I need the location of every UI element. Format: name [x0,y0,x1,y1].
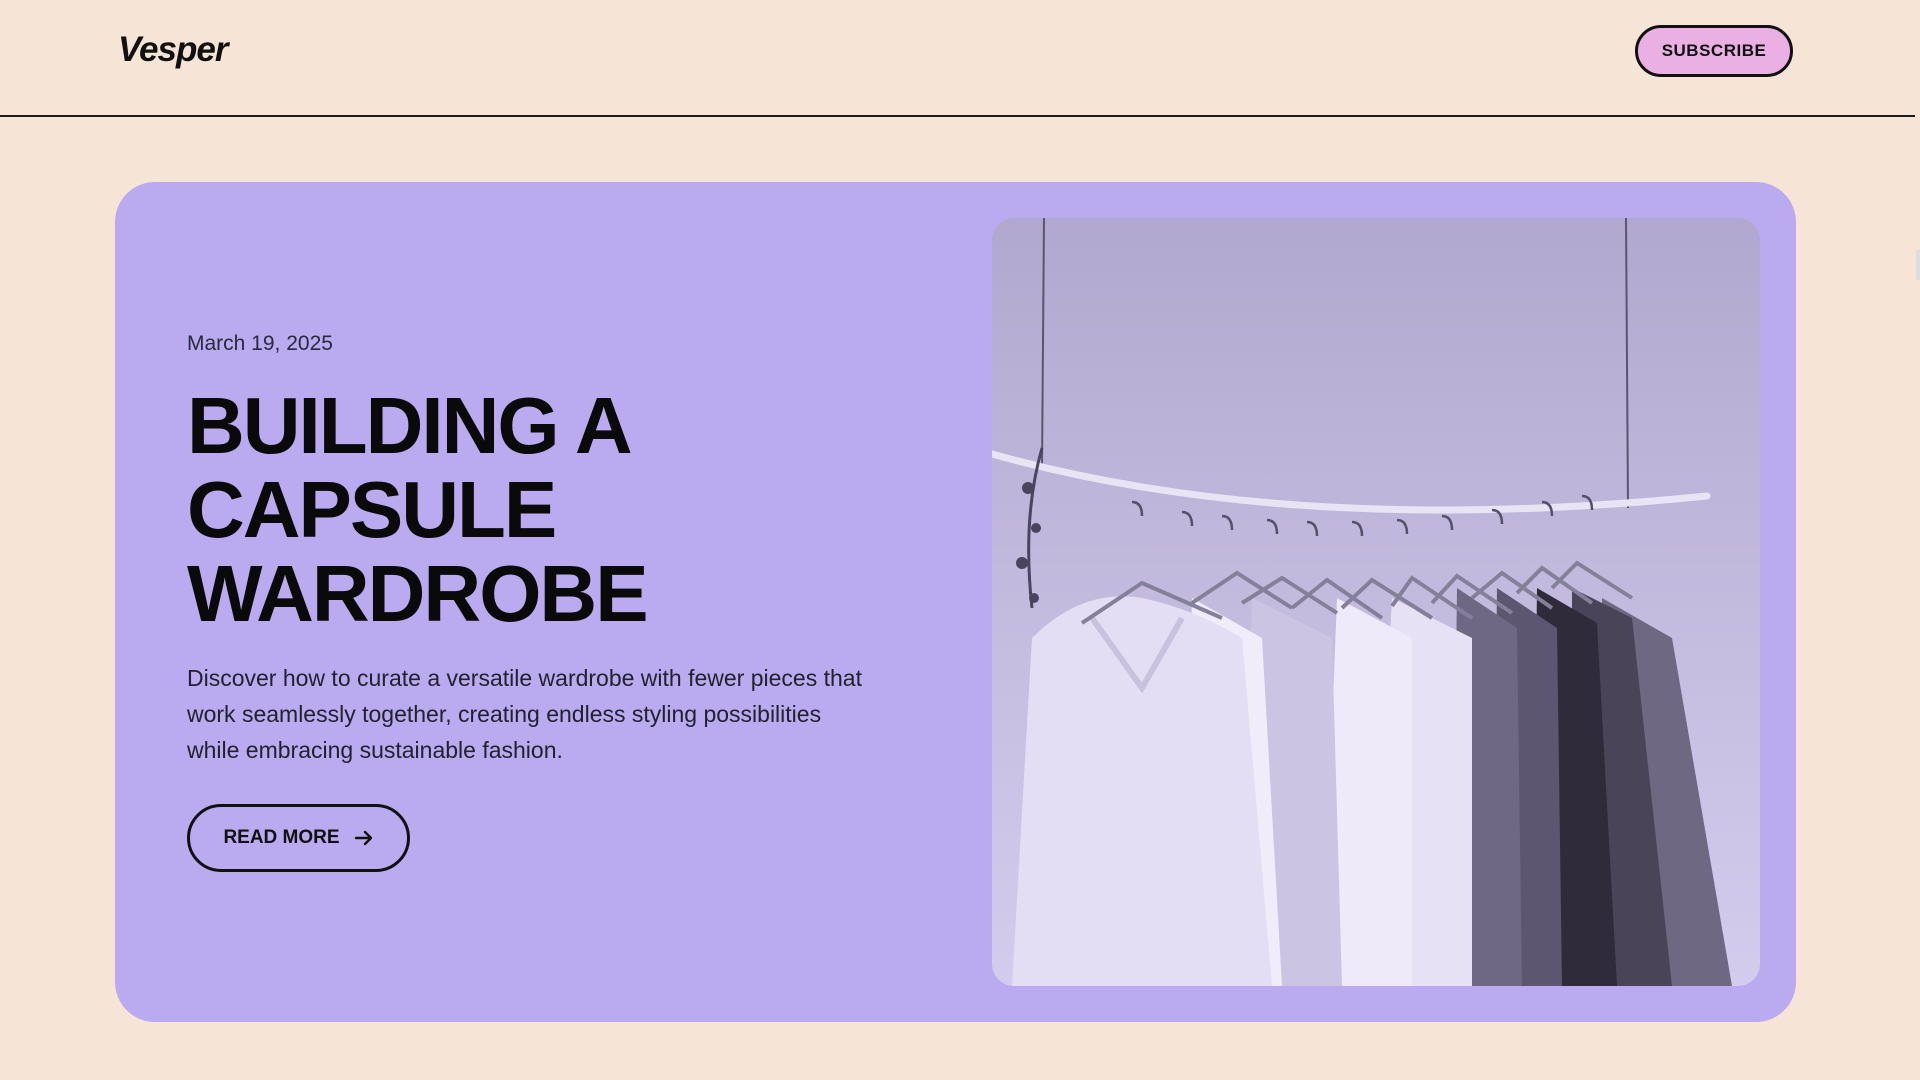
article-title-line-3: WARDROBE [187,549,649,638]
scrollbar-edge[interactable] [1916,250,1920,280]
clothes-rack-photo-icon [992,218,1732,986]
read-more-label: READ MORE [223,827,340,848]
subscribe-button[interactable]: SUBSCRIBE [1635,25,1793,77]
site-logo[interactable]: Vesper [118,30,228,70]
article-image[interactable] [992,218,1760,986]
article-title-line-1: BUILDING A [187,381,633,470]
read-more-button[interactable]: READ MORE [187,804,410,872]
article-description: Discover how to curate a versatile wardr… [187,665,862,763]
article-title[interactable]: BUILDING A CAPSULE WARDROBE [187,384,707,636]
arrow-right-icon [354,829,374,847]
article-title-line-2: CAPSULE [187,465,557,554]
site-header: Vesper SUBSCRIBE [0,0,1915,117]
featured-article-card: March 19, 2025 BUILDING A CAPSULE WARDRO… [115,182,1796,1022]
article-date: March 19, 2025 [187,332,333,355]
